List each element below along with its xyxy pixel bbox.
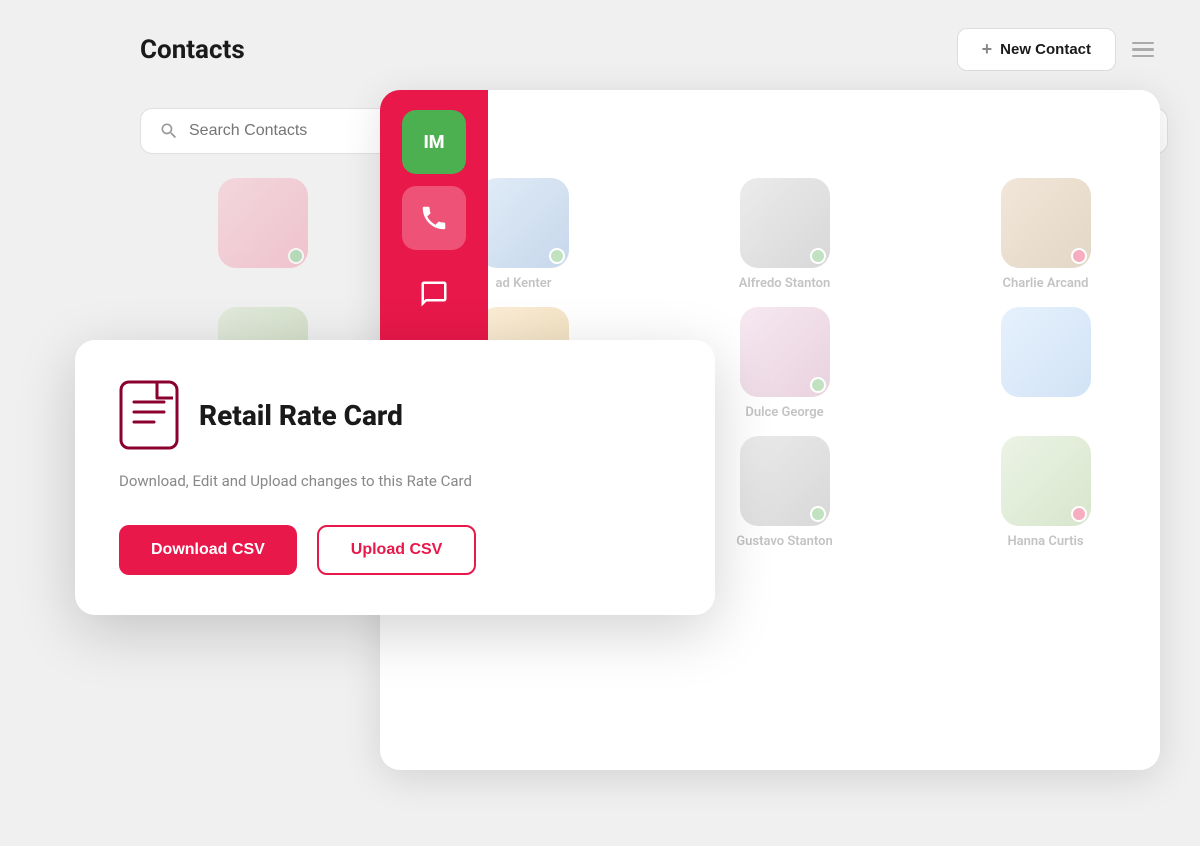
status-badge	[810, 248, 826, 264]
new-contact-label: New Contact	[1000, 41, 1091, 58]
contact-card[interactable]: Alfredo Stanton	[662, 178, 907, 291]
contact-name: Hanna Curtis	[1007, 534, 1083, 549]
upload-csv-button[interactable]: Upload CSV	[317, 525, 477, 575]
header-actions: + New Contact	[957, 28, 1168, 71]
contact-card[interactable]: Charlie Arcand	[923, 178, 1168, 291]
modal-title: Retail Rate Card	[199, 399, 403, 432]
page-title: Contacts	[140, 35, 245, 65]
status-badge	[288, 248, 304, 264]
phone-icon	[419, 203, 449, 233]
modal-description: Download, Edit and Upload changes to thi…	[119, 470, 671, 493]
sidebar-item-phone[interactable]	[402, 186, 466, 250]
avatar-wrap	[1001, 178, 1091, 268]
im-label: IM	[423, 132, 444, 153]
plus-icon: +	[982, 39, 993, 60]
chat-icon	[419, 279, 449, 309]
avatar-wrap	[740, 436, 830, 526]
contact-card[interactable]	[140, 178, 385, 291]
rate-card-modal: Retail Rate Card Download, Edit and Uplo…	[75, 340, 715, 615]
avatar-wrap	[479, 178, 569, 268]
document-icon	[119, 380, 179, 450]
contacts-header: Contacts + New Contact	[0, 0, 1200, 88]
avatar-wrap	[218, 178, 308, 268]
contact-card[interactable]: Hanna Curtis	[923, 436, 1168, 549]
contact-name: Dulce George	[745, 405, 823, 420]
avatar	[1001, 307, 1091, 397]
contact-card[interactable]	[923, 307, 1168, 420]
search-icon	[159, 121, 179, 141]
modal-actions: Download CSV Upload CSV	[119, 525, 671, 575]
avatar-wrap	[1001, 436, 1091, 526]
contact-name: ad Kenter	[496, 276, 552, 291]
menu-button[interactable]	[1132, 32, 1168, 68]
contact-name: Alfredo Stanton	[739, 276, 831, 291]
status-badge	[810, 377, 826, 393]
avatar-wrap	[740, 307, 830, 397]
avatar-wrap	[1001, 307, 1091, 397]
status-badge	[810, 506, 826, 522]
status-badge	[1071, 506, 1087, 522]
status-badge	[1071, 248, 1087, 264]
contact-name: Charlie Arcand	[1003, 276, 1089, 291]
sidebar-item-im[interactable]: IM	[402, 110, 466, 174]
contact-name: Gustavo Stanton	[736, 534, 832, 549]
status-badge	[549, 248, 565, 264]
download-csv-button[interactable]: Download CSV	[119, 525, 297, 575]
new-contact-button[interactable]: + New Contact	[957, 28, 1116, 71]
modal-header: Retail Rate Card	[119, 380, 671, 450]
sidebar-item-chat[interactable]	[402, 262, 466, 326]
avatar-wrap	[740, 178, 830, 268]
